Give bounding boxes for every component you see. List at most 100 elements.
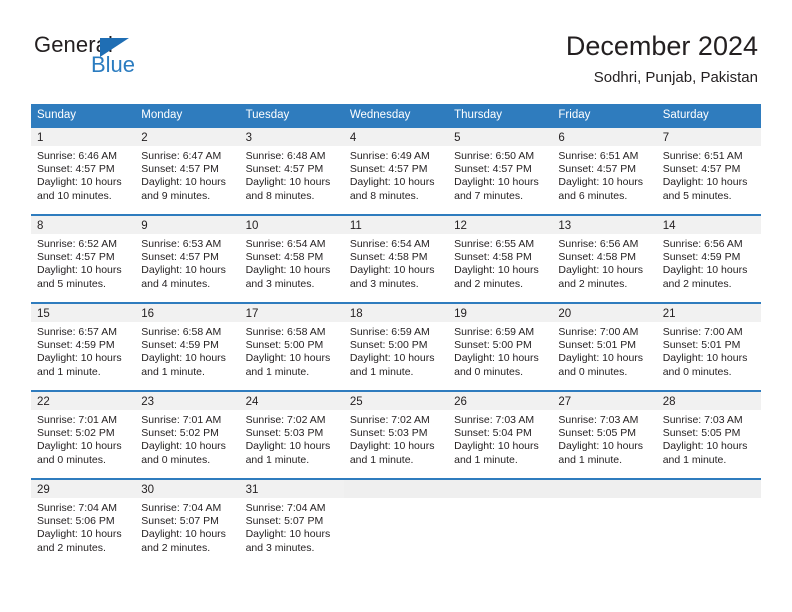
day-cell-29[interactable]: 29 Sunrise: 7:04 AM Sunset: 5:06 PM Dayligh… bbox=[31, 480, 136, 566]
daylight-duration-line2: and 5 minutes. bbox=[662, 189, 732, 202]
day-cell-4[interactable]: 4 Sunrise: 6:49 AM Sunset: 4:57 PM Daylight… bbox=[343, 128, 449, 214]
calendar-week-row: 29 Sunrise: 7:04 AM Sunset: 5:06 PM Dayligh… bbox=[31, 478, 761, 566]
day-details: Sunrise: 7:04 AM Sunset: 5:06 PM Daylight:… bbox=[31, 498, 135, 555]
calendar-week-row: 22 Sunrise: 7:01 AM Sunset: 5:02 PM Dayligh… bbox=[31, 390, 761, 478]
day-cell-19[interactable]: 19 Sunrise: 6:59 AM Sunset: 5:00 PM Dayligh… bbox=[448, 304, 553, 390]
sunset-time: Sunset: 4:57 PM bbox=[454, 163, 532, 176]
day-number-band: 14 bbox=[656, 216, 761, 234]
day-number-band bbox=[656, 480, 761, 498]
day-cell-9[interactable]: 9 Sunrise: 6:53 AM Sunset: 4:57 PM Daylight… bbox=[135, 216, 240, 302]
page-header: General Blue December 2024 Sodhri, Punja… bbox=[0, 0, 792, 100]
daylight-duration-line1: Daylight: 10 hours bbox=[349, 352, 435, 365]
daylight-duration-line2: and 1 minute. bbox=[245, 365, 310, 378]
day-details: Sunrise: 6:58 AM Sunset: 4:59 PM Daylight:… bbox=[135, 322, 239, 379]
day-cell-22[interactable]: 22 Sunrise: 7:01 AM Sunset: 5:02 PM Dayligh… bbox=[31, 392, 136, 478]
day-cell-11[interactable]: 11 Sunrise: 6:54 AM Sunset: 4:58 PM Dayligh… bbox=[343, 216, 449, 302]
daylight-duration-line2: and 2 minutes. bbox=[141, 541, 211, 554]
day-cell-7[interactable]: 7 Sunrise: 6:51 AM Sunset: 4:57 PM Daylight… bbox=[656, 128, 761, 214]
day-number: 3 bbox=[245, 132, 252, 144]
day-number-band: 18 bbox=[343, 304, 449, 322]
sunrise-time: Sunrise: 7:02 AM bbox=[245, 414, 326, 426]
day-number: 14 bbox=[662, 220, 676, 232]
day-cell-16[interactable]: 16 Sunrise: 6:58 AM Sunset: 4:59 PM Dayligh… bbox=[135, 304, 240, 390]
day-cell-17[interactable]: 17 Sunrise: 6:58 AM Sunset: 5:00 PM Dayligh… bbox=[239, 304, 344, 390]
daylight-duration-line2: and 0 minutes. bbox=[662, 365, 732, 378]
day-cell-10[interactable]: 10 Sunrise: 6:54 AM Sunset: 4:58 PM Dayligh… bbox=[239, 216, 344, 302]
daylight-duration-line1: Daylight: 10 hours bbox=[558, 352, 644, 365]
daylight-duration-line1: Daylight: 10 hours bbox=[662, 440, 748, 453]
day-cell-27[interactable]: 27 Sunrise: 7:03 AM Sunset: 5:05 PM Dayligh… bbox=[552, 392, 657, 478]
day-number: 30 bbox=[141, 484, 155, 496]
daylight-duration-line1: Daylight: 10 hours bbox=[245, 528, 331, 541]
day-number-band: 27 bbox=[552, 392, 657, 410]
day-details: Sunrise: 7:03 AM Sunset: 5:04 PM Daylight:… bbox=[448, 410, 552, 467]
daylight-duration-line2: and 0 minutes. bbox=[558, 365, 628, 378]
sunrise-time: Sunrise: 7:01 AM bbox=[37, 414, 117, 426]
day-cell-25[interactable]: 25 Sunrise: 7:02 AM Sunset: 5:03 PM Dayligh… bbox=[343, 392, 449, 478]
daylight-duration-line2: and 7 minutes. bbox=[454, 189, 524, 202]
day-number: 15 bbox=[37, 308, 50, 320]
daylight-duration-line2: and 1 minute. bbox=[349, 453, 414, 466]
sunrise-time: Sunrise: 6:46 AM bbox=[37, 150, 117, 162]
day-number: 19 bbox=[454, 308, 467, 320]
sunrise-time: Sunrise: 6:51 AM bbox=[662, 150, 743, 162]
daylight-duration-line1: Daylight: 10 hours bbox=[454, 440, 539, 453]
day-number-band: 24 bbox=[239, 392, 344, 410]
sunrise-time: Sunrise: 6:51 AM bbox=[558, 150, 639, 162]
sunset-time: Sunset: 5:01 PM bbox=[558, 339, 637, 352]
sunset-time: Sunset: 4:58 PM bbox=[558, 251, 637, 264]
sunrise-time: Sunrise: 6:54 AM bbox=[245, 238, 326, 250]
sunrise-time: Sunrise: 7:00 AM bbox=[662, 326, 743, 338]
sunrise-time: Sunrise: 6:55 AM bbox=[454, 238, 535, 250]
day-number: 20 bbox=[558, 308, 572, 320]
sunset-time: Sunset: 5:07 PM bbox=[141, 515, 219, 528]
sunrise-time: Sunrise: 6:59 AM bbox=[454, 326, 535, 338]
day-cell-2[interactable]: 2 Sunrise: 6:47 AM Sunset: 4:57 PM Daylight… bbox=[135, 128, 240, 214]
daylight-duration-line1: Daylight: 10 hours bbox=[349, 176, 435, 189]
daylight-duration-line1: Daylight: 10 hours bbox=[141, 176, 226, 189]
day-details: Sunrise: 7:04 AM Sunset: 5:07 PM Daylight:… bbox=[135, 498, 239, 555]
daylight-duration-line1: Daylight: 10 hours bbox=[37, 176, 122, 189]
day-cell-23[interactable]: 23 Sunrise: 7:01 AM Sunset: 5:02 PM Dayligh… bbox=[135, 392, 240, 478]
day-cell-8[interactable]: 8 Sunrise: 6:52 AM Sunset: 4:57 PM Daylight… bbox=[31, 216, 136, 302]
sunset-time: Sunset: 5:03 PM bbox=[349, 427, 428, 440]
day-cell-31[interactable]: 31 Sunrise: 7:04 AM Sunset: 5:07 PM Dayligh… bbox=[239, 480, 344, 566]
day-number: 8 bbox=[37, 220, 44, 232]
day-cell-28[interactable]: 28 Sunrise: 7:03 AM Sunset: 5:05 PM Dayligh… bbox=[656, 392, 761, 478]
day-cell-empty bbox=[656, 480, 761, 566]
day-details: Sunrise: 7:00 AM Sunset: 5:01 PM Daylight:… bbox=[657, 322, 761, 379]
day-number-band: 3 bbox=[239, 128, 344, 146]
day-cell-13[interactable]: 13 Sunrise: 6:56 AM Sunset: 4:58 PM Dayligh… bbox=[552, 216, 657, 302]
sunrise-time: Sunrise: 6:59 AM bbox=[349, 326, 430, 338]
day-cell-1[interactable]: 1 Sunrise: 6:46 AM Sunset: 4:57 PM Daylight… bbox=[31, 128, 136, 214]
day-cell-20[interactable]: 20 Sunrise: 7:00 AM Sunset: 5:01 PM Dayligh… bbox=[552, 304, 657, 390]
sunrise-time: Sunrise: 6:49 AM bbox=[349, 150, 430, 162]
sunrise-time: Sunrise: 6:47 AM bbox=[141, 150, 222, 162]
daylight-duration-line2: and 8 minutes. bbox=[245, 189, 315, 202]
day-cell-5[interactable]: 5 Sunrise: 6:50 AM Sunset: 4:57 PM Daylight… bbox=[448, 128, 553, 214]
generalblue-logo[interactable]: General Blue bbox=[34, 33, 234, 89]
calendar-weeks: 1 Sunrise: 6:46 AM Sunset: 4:57 PM Daylight… bbox=[31, 126, 761, 566]
day-cell-15[interactable]: 15 Sunrise: 6:57 AM Sunset: 4:59 PM Dayligh… bbox=[31, 304, 136, 390]
day-details: Sunrise: 7:01 AM Sunset: 5:02 PM Daylight:… bbox=[135, 410, 239, 467]
day-number-band: 30 bbox=[135, 480, 240, 498]
day-cell-14[interactable]: 14 Sunrise: 6:56 AM Sunset: 4:59 PM Dayligh… bbox=[656, 216, 761, 302]
daylight-duration-line1: Daylight: 10 hours bbox=[37, 264, 122, 277]
day-cell-12[interactable]: 12 Sunrise: 6:55 AM Sunset: 4:58 PM Dayligh… bbox=[448, 216, 553, 302]
day-number-band bbox=[448, 480, 553, 498]
day-details: Sunrise: 6:51 AM Sunset: 4:57 PM Daylight:… bbox=[657, 146, 761, 203]
sunset-time: Sunset: 4:57 PM bbox=[245, 163, 324, 176]
day-cell-empty bbox=[552, 480, 657, 566]
day-details: Sunrise: 6:54 AM Sunset: 4:58 PM Daylight:… bbox=[240, 234, 344, 291]
day-cell-21[interactable]: 21 Sunrise: 7:00 AM Sunset: 5:01 PM Dayligh… bbox=[656, 304, 761, 390]
day-cell-3[interactable]: 3 Sunrise: 6:48 AM Sunset: 4:57 PM Daylight… bbox=[239, 128, 344, 214]
day-cell-24[interactable]: 24 Sunrise: 7:02 AM Sunset: 5:03 PM Dayligh… bbox=[239, 392, 344, 478]
day-number: 17 bbox=[245, 308, 259, 320]
day-cell-6[interactable]: 6 Sunrise: 6:51 AM Sunset: 4:57 PM Daylight… bbox=[552, 128, 657, 214]
day-details: Sunrise: 6:59 AM Sunset: 5:00 PM Daylight:… bbox=[344, 322, 448, 379]
day-cell-26[interactable]: 26 Sunrise: 7:03 AM Sunset: 5:04 PM Dayligh… bbox=[448, 392, 553, 478]
daylight-duration-line1: Daylight: 10 hours bbox=[37, 528, 122, 541]
day-cell-18[interactable]: 18 Sunrise: 6:59 AM Sunset: 5:00 PM Dayligh… bbox=[343, 304, 449, 390]
day-cell-30[interactable]: 30 Sunrise: 7:04 AM Sunset: 5:07 PM Dayligh… bbox=[135, 480, 240, 566]
day-details: Sunrise: 6:58 AM Sunset: 5:00 PM Daylight:… bbox=[240, 322, 344, 379]
